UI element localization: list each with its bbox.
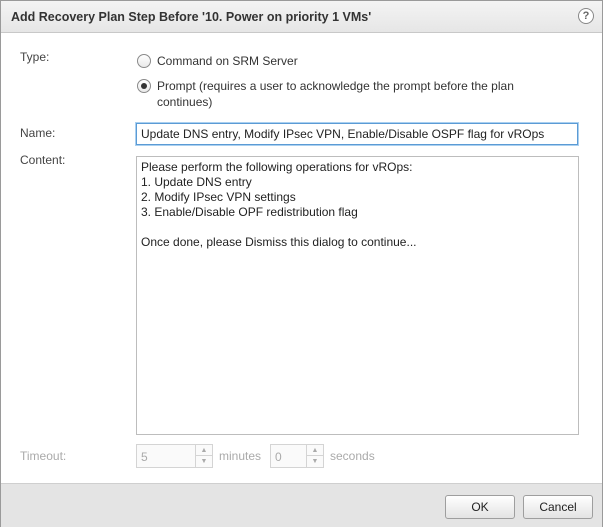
name-input[interactable]: Update DNS entry, Modify IPsec VPN, Enab… bbox=[135, 122, 579, 146]
decrement-arrow-icon[interactable]: ▼ bbox=[196, 456, 212, 467]
content-label: Content: bbox=[20, 153, 66, 167]
minutes-label: minutes bbox=[219, 449, 262, 463]
radio-prompt[interactable]: Prompt (requires a user to acknowledge t… bbox=[137, 78, 557, 110]
ok-button[interactable]: OK bbox=[445, 495, 515, 519]
seconds-label: seconds bbox=[330, 449, 375, 463]
type-label: Type: bbox=[20, 50, 50, 64]
radio-label: Command on SRM Server bbox=[157, 54, 298, 68]
add-recovery-step-dialog: Add Recovery Plan Step Before '10. Power… bbox=[0, 0, 603, 527]
timeout-seconds-stepper[interactable]: 0 ▲ ▼ bbox=[270, 444, 324, 468]
timeout-minutes-stepper[interactable]: 5 ▲ ▼ bbox=[136, 444, 213, 468]
radio-button[interactable] bbox=[137, 54, 151, 68]
increment-arrow-icon[interactable]: ▲ bbox=[196, 445, 212, 456]
radio-command-on-srm-server[interactable]: Command on SRM Server bbox=[137, 53, 557, 69]
dialog-title: Add Recovery Plan Step Before '10. Power… bbox=[11, 10, 372, 24]
decrement-arrow-icon[interactable]: ▼ bbox=[307, 456, 323, 467]
radio-button-selected[interactable] bbox=[137, 79, 151, 93]
timeout-label: Timeout: bbox=[20, 449, 67, 463]
seconds-value[interactable]: 0 bbox=[275, 450, 282, 464]
name-label: Name: bbox=[20, 126, 56, 140]
minutes-value[interactable]: 5 bbox=[141, 450, 148, 464]
dialog-titlebar: Add Recovery Plan Step Before '10. Power… bbox=[1, 1, 602, 33]
increment-arrow-icon[interactable]: ▲ bbox=[307, 445, 323, 456]
dialog-footer: OK Cancel bbox=[1, 483, 602, 527]
stepper-buttons: ▲ ▼ bbox=[306, 445, 323, 467]
cancel-button[interactable]: Cancel bbox=[523, 495, 593, 519]
stepper-buttons: ▲ ▼ bbox=[195, 445, 212, 467]
help-icon[interactable]: ? bbox=[578, 8, 594, 24]
content-textarea[interactable]: Please perform the following operations … bbox=[136, 156, 579, 435]
radio-label: Prompt (requires a user to acknowledge t… bbox=[157, 79, 514, 109]
